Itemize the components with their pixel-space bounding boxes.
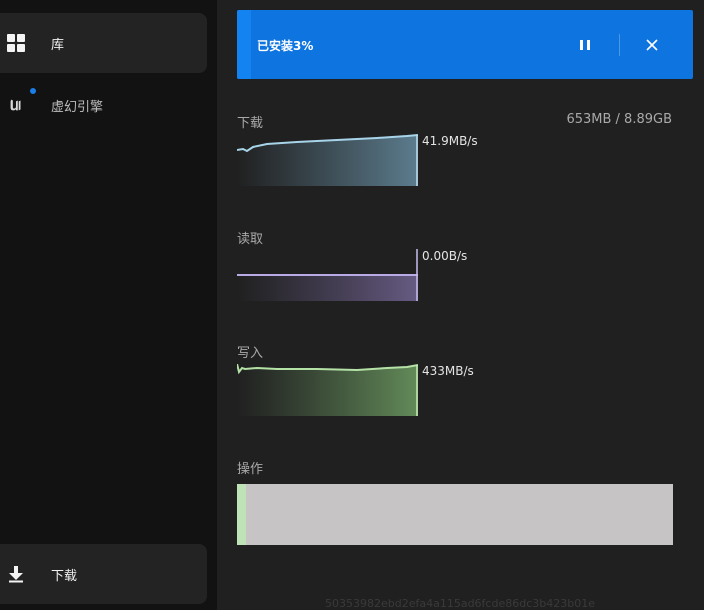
download-rate-graph	[237, 134, 418, 186]
sidebar-item-label: 虚幻引擎	[51, 99, 104, 115]
write-rate-text: 433MB/s	[422, 364, 474, 378]
sidebar: 库 虚幻引擎 下载	[0, 0, 217, 610]
sidebar-item-label: 库	[51, 37, 65, 53]
close-icon[interactable]	[644, 37, 660, 53]
download-section-label: 下载	[237, 116, 264, 131]
read-section-label: 读取	[237, 232, 264, 247]
install-progress-fill	[237, 10, 251, 79]
pause-icon[interactable]	[577, 38, 593, 52]
download-arrow-icon	[7, 565, 25, 583]
banner-divider	[619, 34, 620, 56]
read-rate-text: 0.00B/s	[422, 249, 468, 263]
main-panel: 已安装3% 下载 653MB / 8.89GB 41.9MB/s 读取 0.00…	[217, 0, 704, 610]
sidebar-item-label: 下载	[51, 568, 78, 584]
watermark-text: 50353982ebd2efa4a115ad6fcde86dc3b423b01e	[325, 597, 595, 610]
download-size-text: 653MB / 8.89GB	[566, 112, 672, 127]
operations-section-label: 操作	[237, 462, 264, 477]
operations-progress-fill	[237, 484, 246, 545]
sidebar-item-unreal-engine[interactable]: 虚幻引擎	[0, 75, 207, 135]
sidebar-item-library[interactable]: 库	[0, 13, 207, 73]
download-rate-text: 41.9MB/s	[422, 134, 478, 148]
install-status-text: 已安装3%	[257, 39, 314, 53]
sidebar-item-downloads[interactable]: 下载	[0, 544, 207, 604]
unreal-engine-logo-icon	[7, 96, 25, 114]
grid-icon	[7, 34, 25, 52]
install-status-banner: 已安装3%	[237, 10, 693, 79]
operations-progress-bar	[237, 484, 673, 545]
write-section-label: 写入	[237, 346, 264, 361]
read-rate-graph	[237, 249, 418, 301]
write-rate-graph	[237, 364, 418, 416]
notification-dot	[30, 88, 36, 94]
